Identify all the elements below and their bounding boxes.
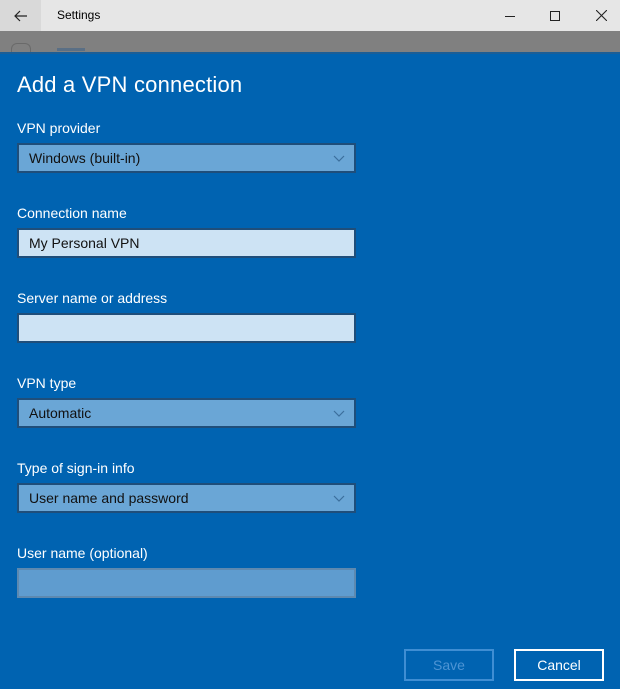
sign-in-type-label: Type of sign-in info xyxy=(17,460,135,476)
username-label: User name (optional) xyxy=(17,545,148,561)
vpn-type-select[interactable]: Automatic xyxy=(17,398,356,428)
connection-name-input[interactable]: My Personal VPN xyxy=(17,228,356,258)
connection-name-label: Connection name xyxy=(17,205,127,221)
dialog-heading: Add a VPN connection xyxy=(17,72,243,97)
chevron-down-icon xyxy=(333,410,345,417)
vpn-type-label: VPN type xyxy=(17,375,77,391)
vpn-provider-value: Windows (built-in) xyxy=(29,150,141,166)
minimize-icon xyxy=(505,15,515,17)
vpn-provider-label: VPN provider xyxy=(17,120,101,136)
window-title: Settings xyxy=(57,8,101,22)
username-input[interactable] xyxy=(17,568,356,598)
back-button[interactable] xyxy=(0,0,41,31)
chevron-down-icon xyxy=(333,495,345,502)
vpn-type-value: Automatic xyxy=(29,405,92,421)
server-address-label: Server name or address xyxy=(17,290,168,306)
close-icon xyxy=(595,10,607,21)
vpn-provider-select[interactable]: Windows (built-in) xyxy=(17,143,356,173)
maximize-button[interactable] xyxy=(532,0,578,31)
sign-in-type-value: User name and password xyxy=(29,490,189,506)
maximize-icon xyxy=(550,10,560,21)
connection-name-value: My Personal VPN xyxy=(29,235,140,251)
back-arrow-icon xyxy=(13,10,27,21)
close-button[interactable] xyxy=(578,0,620,31)
cancel-button[interactable]: Cancel xyxy=(514,649,604,681)
title-bar: Settings xyxy=(0,0,620,31)
background-page-dimmed xyxy=(0,31,620,54)
server-address-input[interactable] xyxy=(17,313,356,343)
save-button[interactable]: Save xyxy=(404,649,494,681)
sign-in-type-select[interactable]: User name and password xyxy=(17,483,356,513)
chevron-down-icon xyxy=(333,155,345,162)
background-page-title xyxy=(57,48,85,51)
minimize-button[interactable] xyxy=(487,0,533,31)
